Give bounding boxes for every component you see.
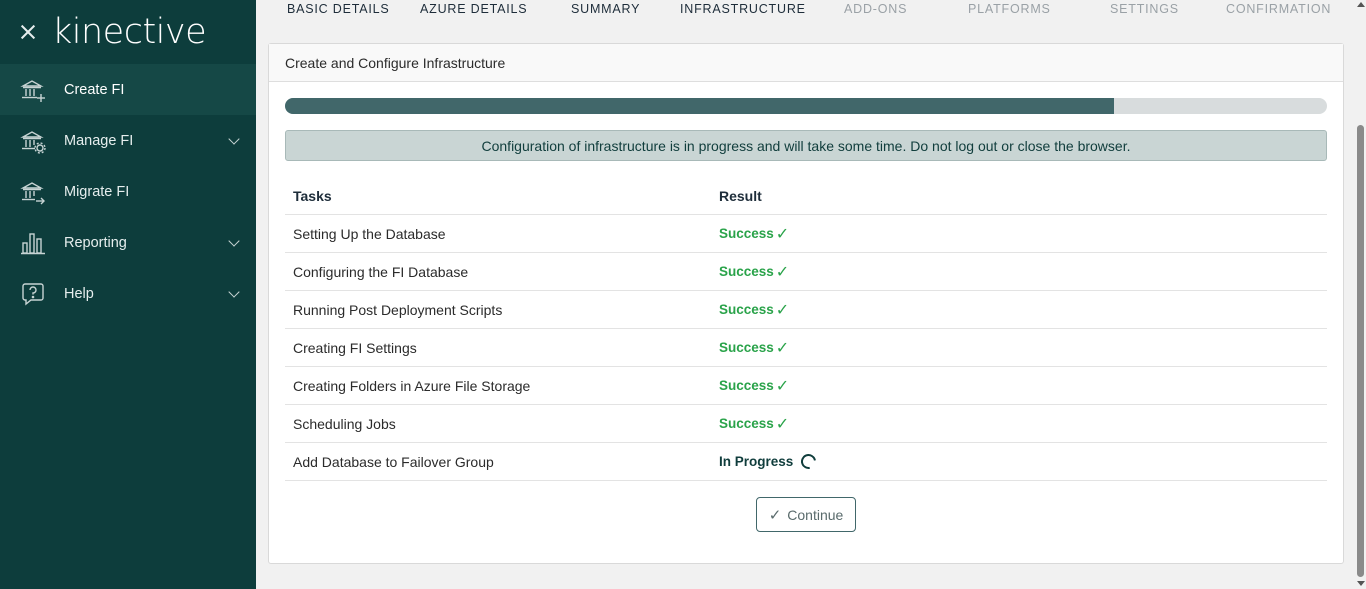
step-summary[interactable]: SUMMARY [571,2,640,16]
column-header-tasks: Tasks [293,188,332,204]
scroll-down-arrow-icon[interactable] [1357,581,1365,586]
check-icon: ✓ [768,506,782,524]
task-name: Creating Folders in Azure File Storage [293,377,531,394]
brand-bar: kinective [0,0,256,64]
check-icon: ✓ [775,301,790,319]
step-azure-details[interactable]: AZURE DETAILS [420,2,527,16]
column-header-result: Result [719,188,762,204]
table-row: Running Post Deployment Scripts Success ✓ [285,291,1327,329]
progress-bar-fill [285,98,1115,114]
status-success: Success [719,302,774,317]
logo: kinective [52,12,207,52]
table-row: Add Database to Failover Group In Progres… [285,443,1327,481]
help-bubble-icon [20,281,46,307]
sidebar-item-label: Create FI [64,81,125,98]
sidebar: kinective Create FI Manage FI Migrate FI… [0,0,256,589]
sidebar-item-manage-fi[interactable]: Manage FI [0,115,256,166]
task-result: Success ✓ [719,376,1327,396]
step-basic-details[interactable]: BASIC DETAILS [287,2,390,16]
table-row: Creating FI Settings Success ✓ [285,329,1327,367]
bar-chart-icon [20,230,46,256]
continue-button[interactable]: ✓ Continue [756,497,856,532]
chevron-down-icon [228,286,240,298]
task-result: Success ✓ [719,414,1327,434]
sidebar-item-reporting[interactable]: Reporting [0,217,256,268]
check-icon: ✓ [775,415,790,433]
scrollbar-thumb[interactable] [1357,125,1364,577]
status-success: Success [719,378,774,393]
card-title: Create and Configure Infrastructure [269,44,1343,82]
task-result: Success ✓ [719,224,1327,244]
step-add-ons: ADD-ONS [844,2,908,16]
step-platforms: PLATFORMS [968,2,1051,16]
table-header-row: Tasks Result [285,178,1327,215]
task-name: Setting Up the Database [293,225,446,242]
sidebar-item-create-fi[interactable]: Create FI [0,64,256,115]
sidebar-item-label: Reporting [64,234,127,251]
step-infrastructure[interactable]: INFRASTRUCTURE [680,2,806,16]
status-success: Success [719,416,774,431]
status-success: Success [719,340,774,355]
infrastructure-card: Create and Configure Infrastructure Conf… [268,43,1344,564]
table-row: Setting Up the Database Success ✓ [285,215,1327,253]
close-icon[interactable] [18,22,38,42]
status-in-progress: In Progress [719,454,794,469]
task-name: Running Post Deployment Scripts [293,301,503,318]
wizard-steps: BASIC DETAILS AZURE DETAILS SUMMARY INFR… [256,0,1356,20]
step-confirmation: CONFIRMATION [1226,2,1332,16]
status-success: Success [719,226,774,241]
spinner-icon [798,451,820,472]
task-result: Success ✓ [719,262,1327,282]
chevron-down-icon [228,133,240,145]
task-name: Configuring the FI Database [293,263,469,280]
check-icon: ✓ [775,225,790,243]
table-row: Creating Folders in Azure File Storage Su… [285,367,1327,405]
task-name: Scheduling Jobs [293,415,396,432]
sidebar-item-label: Manage FI [64,132,134,149]
info-alert: Configuration of infrastructure is in pr… [285,130,1327,161]
sidebar-item-migrate-fi[interactable]: Migrate FI [0,166,256,217]
tasks-table: Tasks Result Setting Up the Database Succ… [285,178,1327,481]
task-name: Creating FI Settings [293,339,417,356]
task-result: In Progress [719,451,1327,472]
check-icon: ✓ [775,377,790,395]
bank-gear-icon [20,128,46,154]
continue-label: Continue [787,506,844,523]
progress-bar [285,98,1327,114]
task-name: Add Database to Failover Group [293,453,494,470]
table-row: Scheduling Jobs Success ✓ [285,405,1327,443]
task-result: Success ✓ [719,300,1327,320]
status-success: Success [719,264,774,279]
sidebar-item-label: Migrate FI [64,183,130,200]
chevron-down-icon [228,235,240,247]
check-icon: ✓ [775,339,790,357]
table-row: Configuring the FI Database Success ✓ [285,253,1327,291]
scroll-up-arrow-icon[interactable] [1357,2,1365,7]
bank-arrow-icon [20,179,46,205]
page-scrollbar[interactable] [1355,0,1366,589]
task-result: Success ✓ [719,338,1327,358]
bank-plus-icon [20,77,46,103]
sidebar-item-label: Help [64,285,94,302]
check-icon: ✓ [775,263,790,281]
sidebar-item-help[interactable]: Help [0,268,256,319]
step-settings: SETTINGS [1110,2,1179,16]
